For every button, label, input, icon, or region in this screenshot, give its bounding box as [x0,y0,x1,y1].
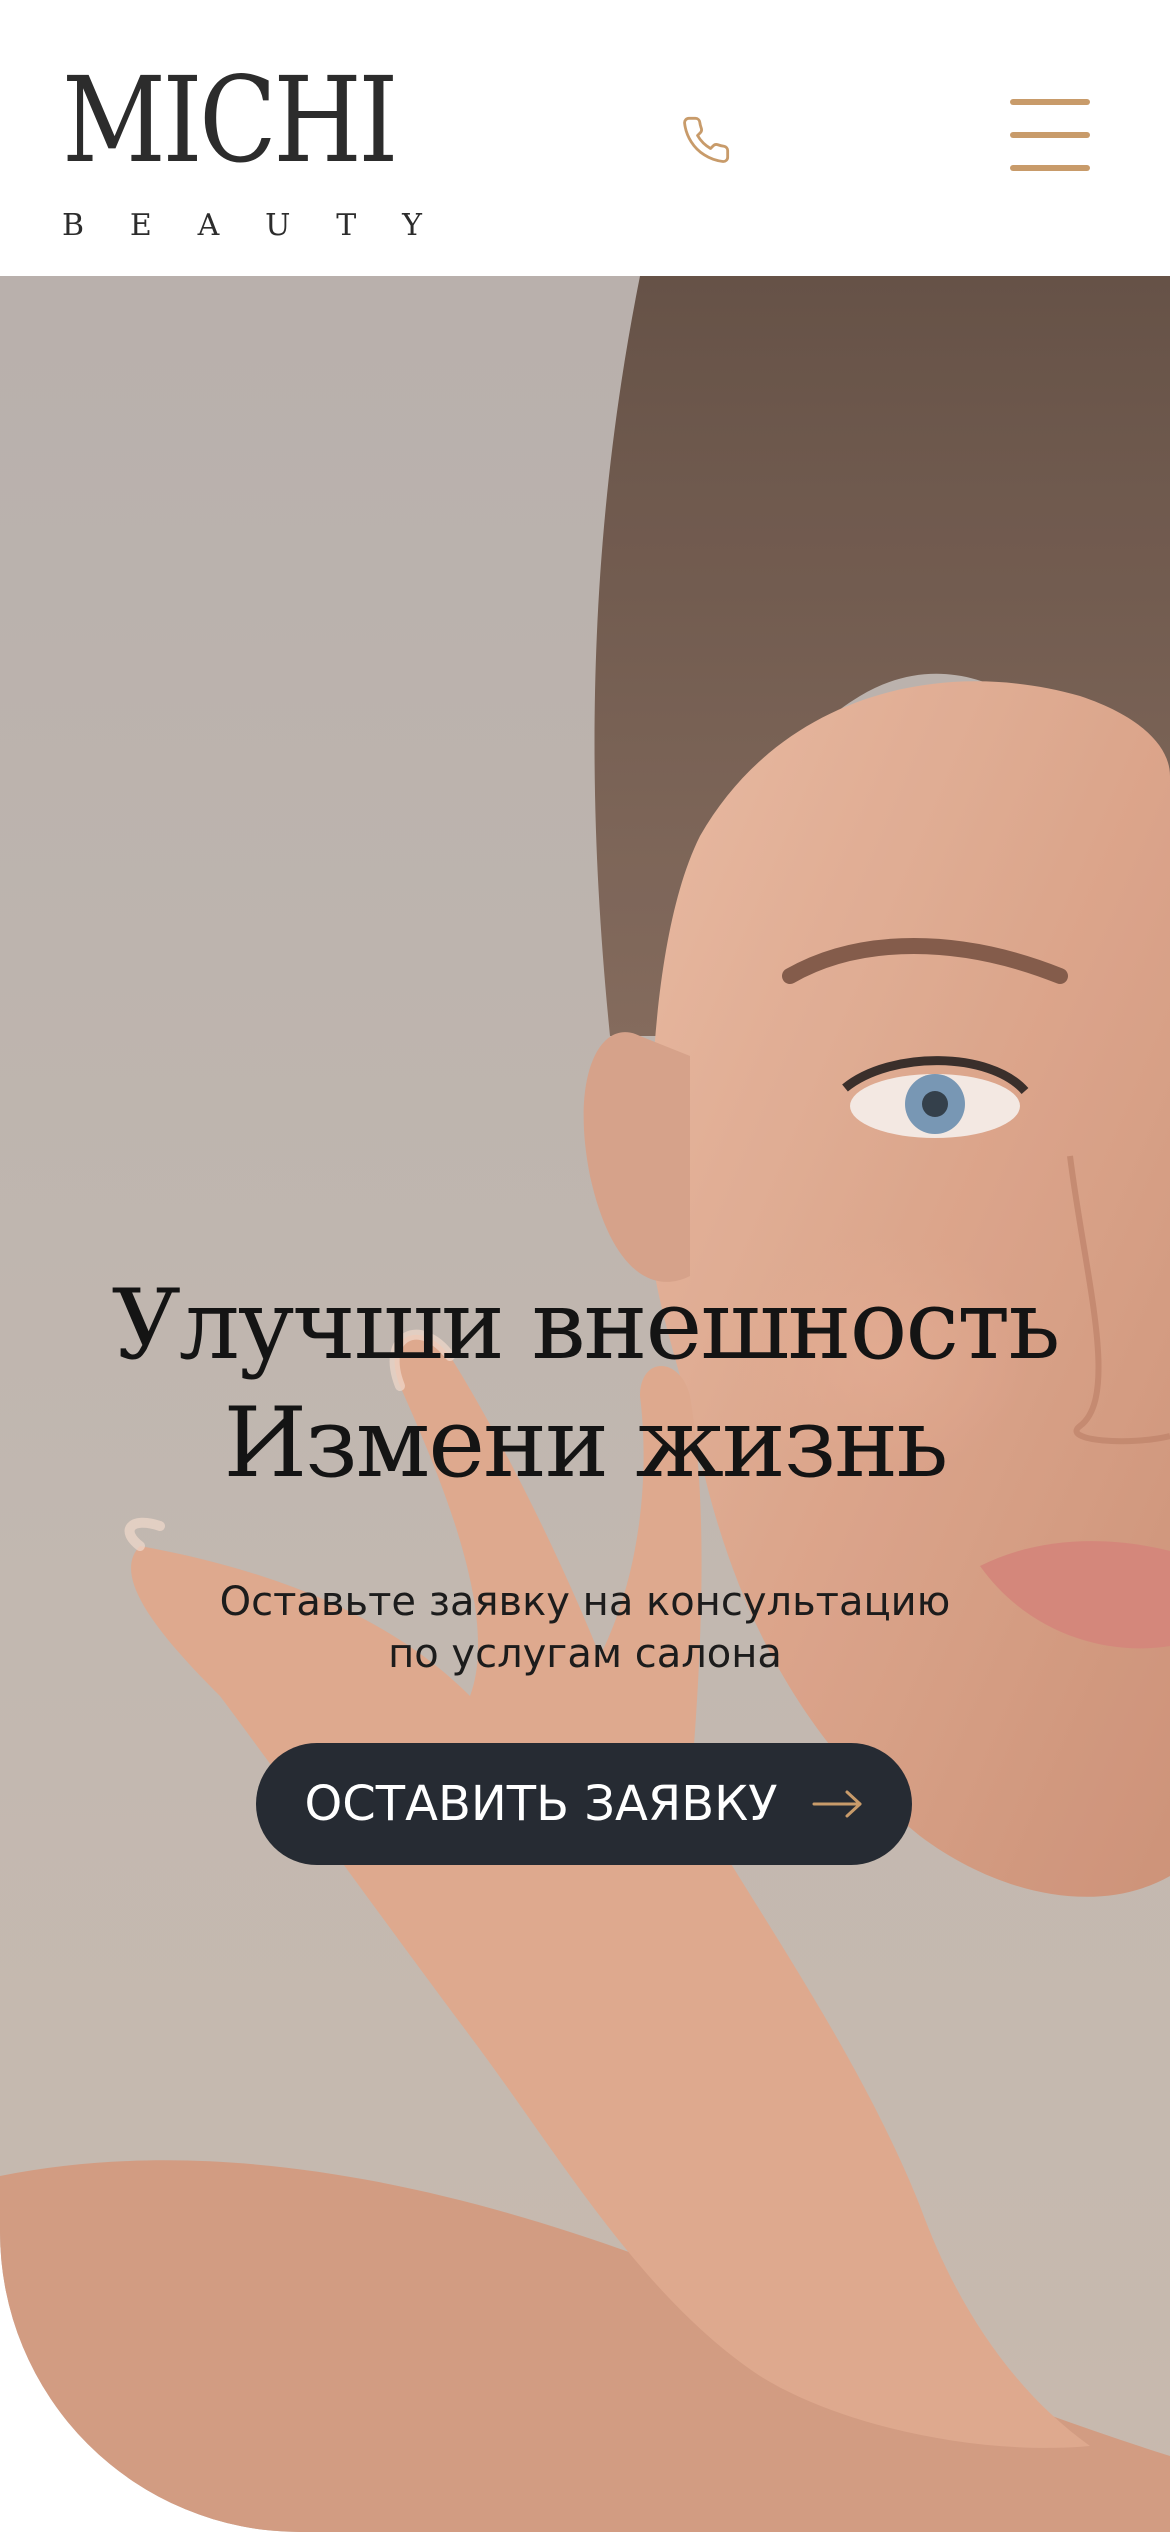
hero-subtitle-line: по услугам салона [388,1631,782,1677]
hero-title-line: Измени жизнь [223,1387,949,1499]
hero-subtitle: Оставьте заявку на консультацию по услуг… [0,1576,1170,1680]
logo-tagline-letter: E [129,208,152,243]
logo-tagline-letter: B [62,208,85,243]
phone-button[interactable] [670,104,742,176]
request-button[interactable]: ОСТАВИТЬ ЗАЯВКУ [256,1743,912,1865]
logo-wordmark: MICHI [62,51,398,189]
hero-title-line: Улучши внешность [111,1269,1060,1381]
logo-tagline-letter: Y [402,208,422,243]
hero-section: Улучши внешность Измени жизнь Оставьте з… [0,276,1170,2532]
page: MICHI B E A U T Y Улучши внешность Измен… [0,0,1170,2532]
site-header: MICHI B E A U T Y [0,0,1170,276]
request-button-label: ОСТАВИТЬ ЗАЯВКУ [304,1776,778,1832]
hero-subtitle-line: Оставьте заявку на консультацию [219,1579,951,1625]
logo[interactable]: MICHI B E A U T Y [62,60,432,250]
logo-tagline: B E A U T Y [62,206,422,246]
arrow-right-icon [812,1789,864,1819]
logo-tagline-letter: U [265,208,291,243]
phone-icon [683,116,730,163]
menu-button[interactable] [1000,90,1100,180]
logo-tagline-letter: A [197,208,220,243]
hero-title: Улучши внешность Измени жизнь [0,1266,1170,1502]
logo-tagline-letter: T [336,208,357,243]
